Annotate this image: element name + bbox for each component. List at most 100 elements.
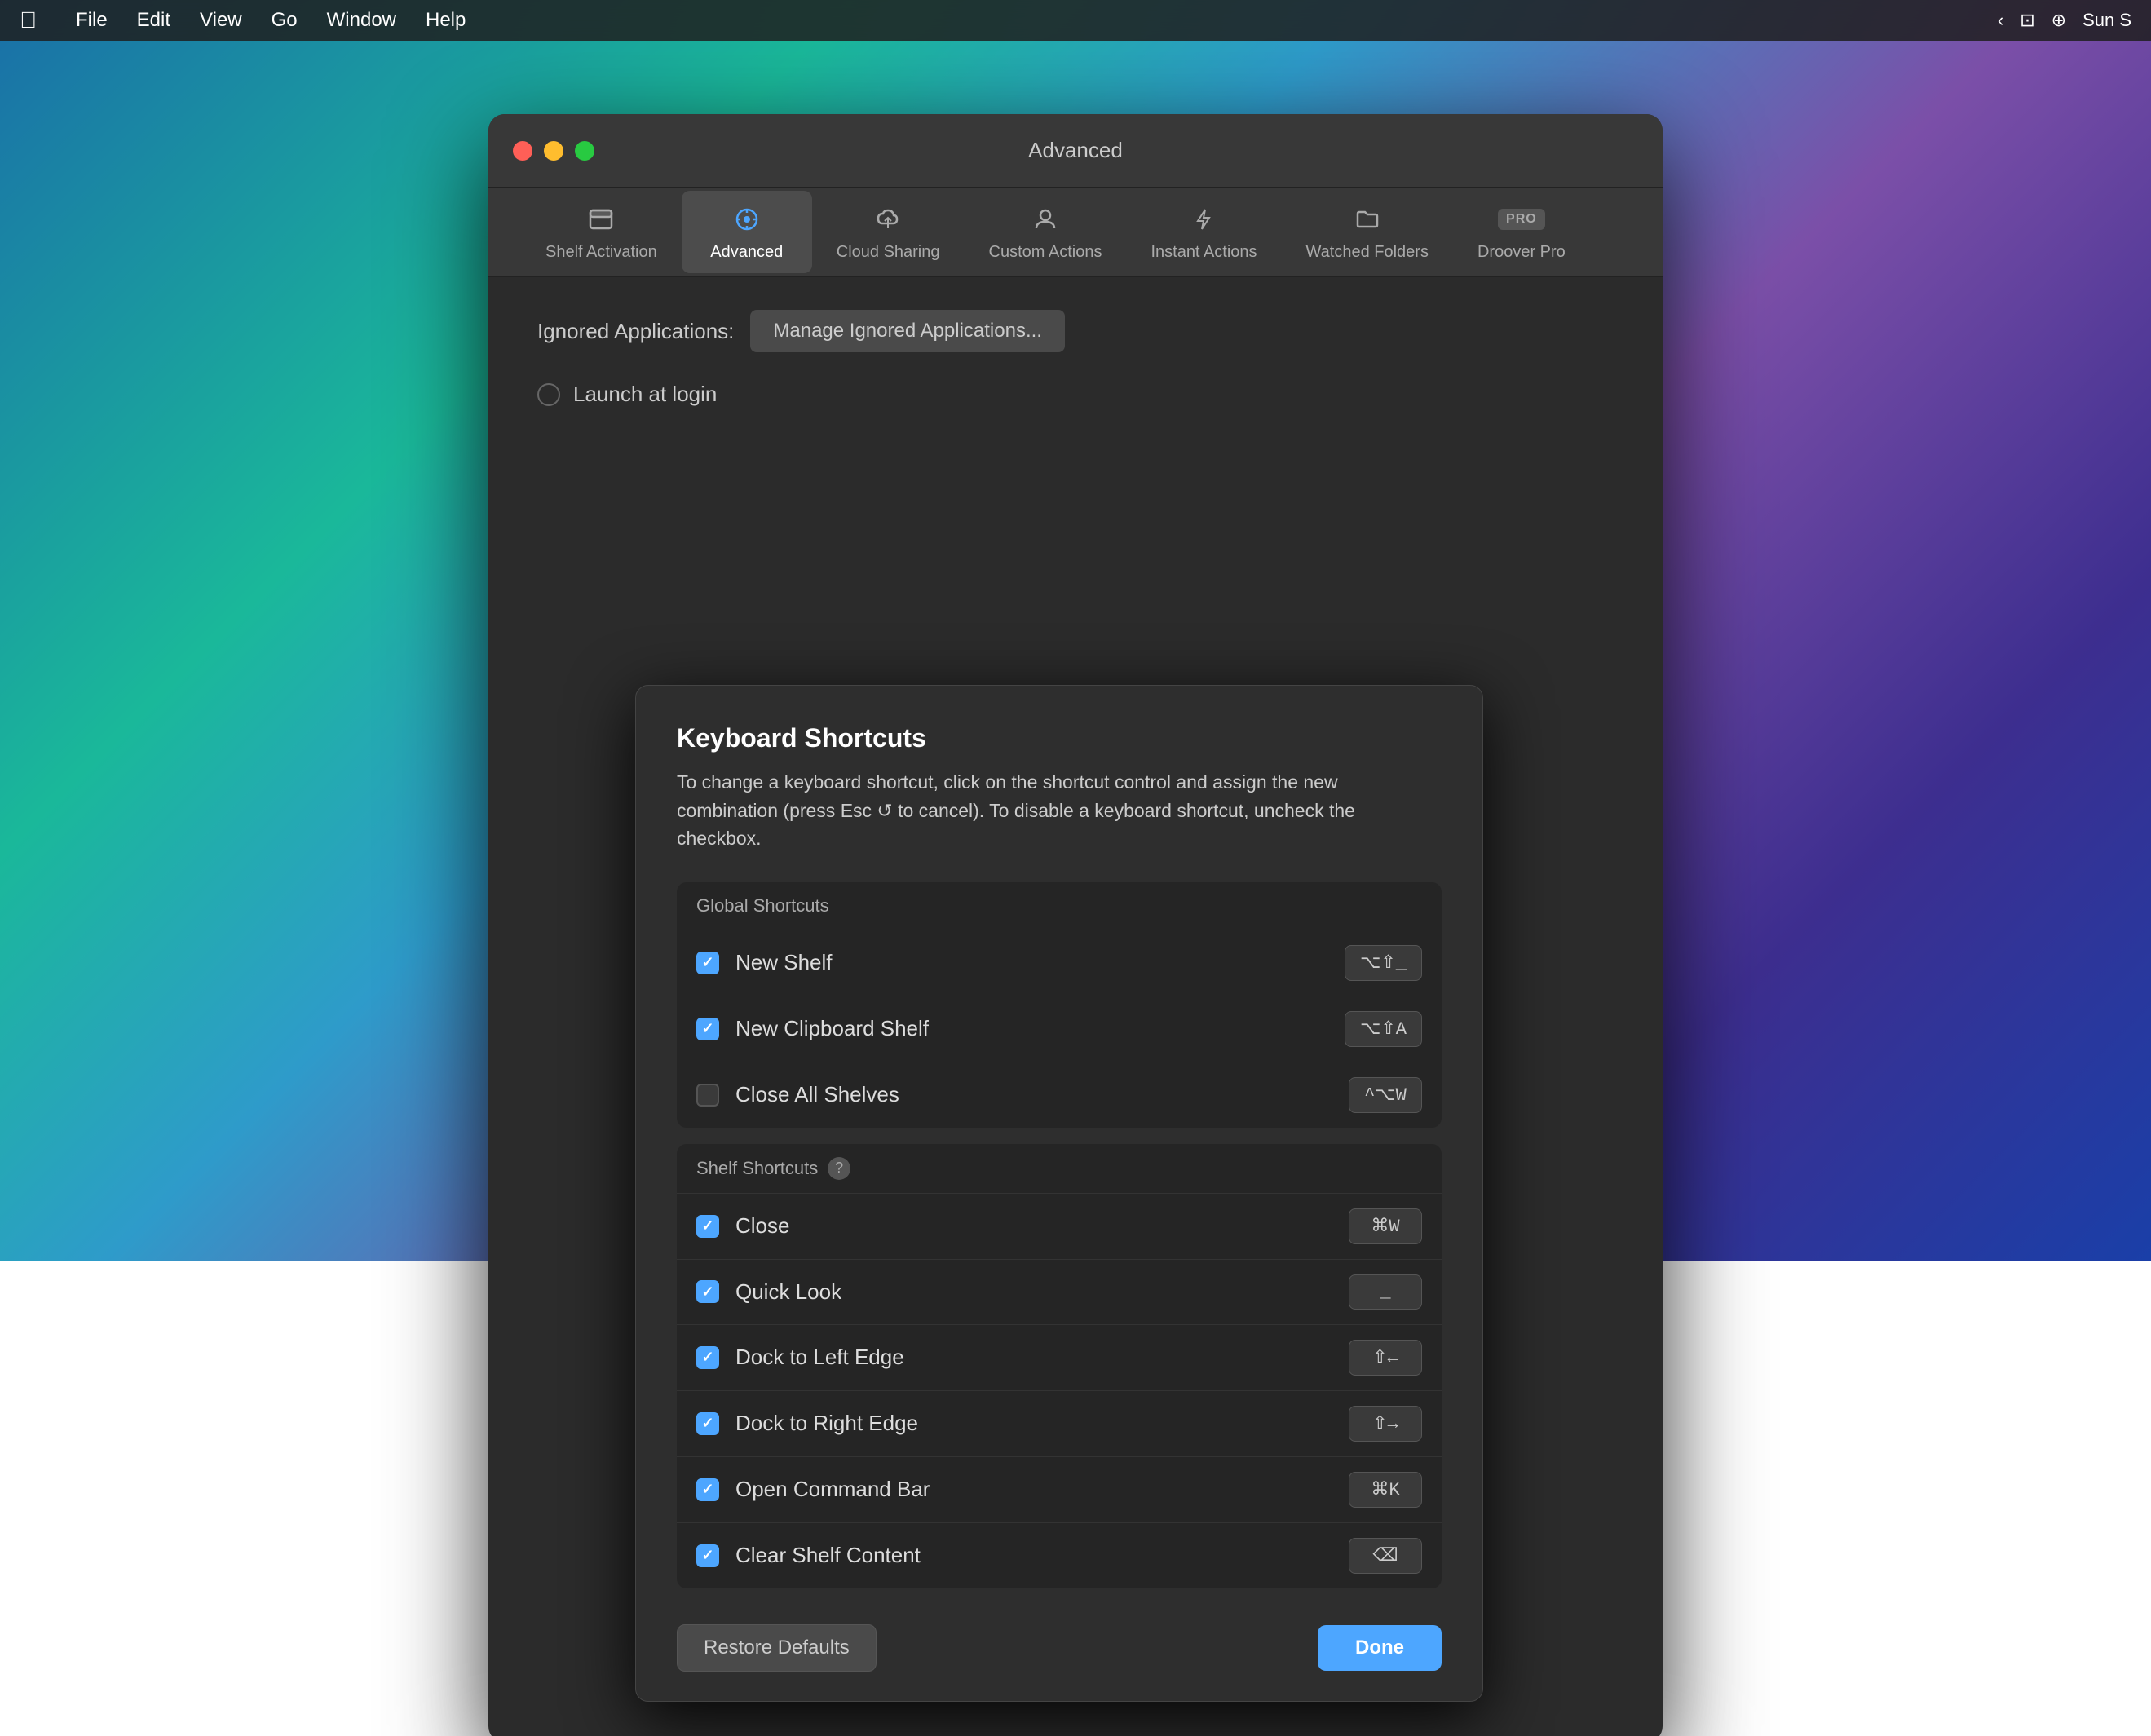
tab-instant-actions[interactable]: Instant Actions bbox=[1126, 191, 1281, 273]
quick-look-key[interactable]: _ bbox=[1349, 1274, 1422, 1310]
close-button[interactable] bbox=[513, 141, 532, 161]
dialog-description: To change a keyboard shortcut, click on … bbox=[677, 768, 1442, 853]
checkmark-icon: ✓ bbox=[701, 1283, 713, 1301]
manage-ignored-apps-button[interactable]: Manage Ignored Applications... bbox=[750, 310, 1065, 352]
new-shelf-checkbox[interactable]: ✓ bbox=[696, 952, 719, 974]
close-checkbox[interactable]: ✓ bbox=[696, 1215, 719, 1238]
checkmark-icon: ✓ bbox=[701, 1020, 713, 1037]
window-manager-icon[interactable]: ⊡ bbox=[2020, 10, 2034, 31]
shelf-activation-icon bbox=[584, 202, 618, 236]
tab-custom-actions[interactable]: Custom Actions bbox=[965, 191, 1127, 273]
menu-go[interactable]: Go bbox=[257, 0, 312, 41]
tab-shelf-activation[interactable]: Shelf Activation bbox=[521, 191, 682, 273]
quick-look-label: Quick Look bbox=[735, 1279, 1349, 1305]
content-area: Ignored Applications: Manage Ignored App… bbox=[488, 277, 1663, 685]
clear-shelf-content-checkbox[interactable]: ✓ bbox=[696, 1544, 719, 1567]
open-command-bar-checkbox[interactable]: ✓ bbox=[696, 1478, 719, 1501]
advanced-icon bbox=[730, 202, 764, 236]
dock-left-label: Dock to Left Edge bbox=[735, 1345, 1349, 1370]
close-all-shelves-key[interactable]: ^⌥W bbox=[1349, 1077, 1422, 1113]
dialog-content: Keyboard Shortcuts To change a keyboard … bbox=[636, 686, 1482, 1588]
tab-watched-folders[interactable]: Watched Folders bbox=[1282, 191, 1453, 273]
global-shortcuts-section: Global Shortcuts ✓ New Shelf ⌥⇧_ ✓ bbox=[677, 882, 1442, 1128]
chevron-left-icon[interactable]: ‹ bbox=[1998, 10, 2003, 31]
close-key[interactable]: ⌘W bbox=[1349, 1208, 1422, 1244]
menu-edit[interactable]: Edit bbox=[122, 0, 185, 41]
shortcut-close-all-shelves: Close All Shelves ^⌥W bbox=[677, 1062, 1442, 1128]
ignored-apps-label: Ignored Applications: bbox=[537, 319, 734, 344]
dock-right-label: Dock to Right Edge bbox=[735, 1411, 1349, 1436]
tab-droover-pro[interactable]: PRO Droover Pro bbox=[1453, 191, 1590, 273]
new-clipboard-shelf-checkbox[interactable]: ✓ bbox=[696, 1018, 719, 1040]
tab-custom-actions-label: Custom Actions bbox=[989, 243, 1102, 262]
launch-at-login-row: Launch at login bbox=[537, 382, 1614, 407]
tab-cloud-sharing-label: Cloud Sharing bbox=[837, 243, 940, 262]
minimize-button[interactable] bbox=[544, 141, 563, 161]
shelf-shortcuts-section: Shelf Shortcuts ? ✓ Close ⌘W bbox=[677, 1144, 1442, 1588]
global-shortcuts-header: Global Shortcuts bbox=[677, 882, 1442, 930]
shortcut-close: ✓ Close ⌘W bbox=[677, 1194, 1442, 1260]
close-all-shelves-checkbox[interactable] bbox=[696, 1084, 719, 1107]
window-title: Advanced bbox=[1028, 138, 1123, 163]
menubar:  File Edit View Go Window Help ‹ ⊡ ⊕ Su… bbox=[0, 0, 2151, 41]
checkmark-icon: ✓ bbox=[701, 1349, 713, 1366]
menu-file[interactable]: File bbox=[61, 0, 122, 41]
dialog-title: Keyboard Shortcuts bbox=[677, 723, 1442, 753]
shortcut-dock-left: ✓ Dock to Left Edge ⇧← bbox=[677, 1325, 1442, 1391]
new-shelf-key[interactable]: ⌥⇧_ bbox=[1345, 945, 1422, 981]
tab-advanced[interactable]: Advanced bbox=[682, 191, 812, 273]
checkmark-icon: ✓ bbox=[701, 1415, 713, 1432]
tab-watched-folders-label: Watched Folders bbox=[1306, 243, 1429, 262]
checkmark-icon: ✓ bbox=[701, 1547, 713, 1564]
shelf-shortcuts-label: Shelf Shortcuts bbox=[696, 1158, 818, 1179]
dock-right-checkbox[interactable]: ✓ bbox=[696, 1412, 719, 1435]
new-clipboard-shelf-key[interactable]: ⌥⇧A bbox=[1345, 1011, 1422, 1047]
quick-look-checkbox[interactable]: ✓ bbox=[696, 1280, 719, 1303]
menu-window[interactable]: Window bbox=[312, 0, 411, 41]
menu-help[interactable]: Help bbox=[411, 0, 480, 41]
dialog-footer: Restore Defaults Done bbox=[636, 1605, 1482, 1701]
done-button[interactable]: Done bbox=[1318, 1625, 1442, 1671]
tab-shelf-activation-label: Shelf Activation bbox=[545, 243, 657, 262]
new-shelf-label: New Shelf bbox=[735, 950, 1345, 975]
menu-view[interactable]: View bbox=[185, 0, 257, 41]
checkmark-icon: ✓ bbox=[701, 1481, 713, 1498]
tab-droover-pro-label: Droover Pro bbox=[1477, 243, 1566, 262]
help-icon[interactable]: ? bbox=[828, 1157, 850, 1180]
ignored-apps-row: Ignored Applications: Manage Ignored App… bbox=[537, 310, 1614, 352]
checkmark-icon: ✓ bbox=[701, 954, 713, 971]
shortcut-new-clipboard-shelf: ✓ New Clipboard Shelf ⌥⇧A bbox=[677, 996, 1442, 1062]
launch-at-login-checkbox[interactable] bbox=[537, 383, 560, 406]
toolbar: Shelf Activation Advanced bbox=[488, 188, 1663, 277]
dock-left-checkbox[interactable]: ✓ bbox=[696, 1346, 719, 1369]
cloud-sharing-icon bbox=[871, 202, 905, 236]
checkmark-icon: ✓ bbox=[701, 1217, 713, 1235]
apple-menu[interactable]:  bbox=[20, 7, 37, 33]
open-command-bar-label: Open Command Bar bbox=[735, 1477, 1349, 1502]
shortcut-quick-look: ✓ Quick Look _ bbox=[677, 1260, 1442, 1325]
dock-left-key[interactable]: ⇧← bbox=[1349, 1340, 1422, 1376]
clear-shelf-content-label: Clear Shelf Content bbox=[735, 1543, 1349, 1568]
preferences-window: Advanced Shelf Activation bbox=[488, 114, 1663, 1736]
clear-shelf-content-key[interactable]: ⌫ bbox=[1349, 1538, 1422, 1574]
watched-folders-icon bbox=[1350, 202, 1385, 236]
open-command-bar-key[interactable]: ⌘K bbox=[1349, 1472, 1422, 1508]
tab-cloud-sharing[interactable]: Cloud Sharing bbox=[812, 191, 965, 273]
restore-defaults-button[interactable]: Restore Defaults bbox=[677, 1624, 877, 1672]
custom-actions-icon bbox=[1028, 202, 1062, 236]
maximize-button[interactable] bbox=[575, 141, 594, 161]
tab-instant-actions-label: Instant Actions bbox=[1151, 243, 1257, 262]
shortcut-dock-right: ✓ Dock to Right Edge ⇧→ bbox=[677, 1391, 1442, 1457]
control-center-icon[interactable]: ⊕ bbox=[2052, 10, 2066, 31]
global-shortcuts-label: Global Shortcuts bbox=[696, 895, 829, 917]
shelf-shortcuts-header: Shelf Shortcuts ? bbox=[677, 1144, 1442, 1194]
shortcut-open-command-bar: ✓ Open Command Bar ⌘K bbox=[677, 1457, 1442, 1523]
dock-right-key[interactable]: ⇧→ bbox=[1349, 1406, 1422, 1442]
tab-advanced-label: Advanced bbox=[710, 243, 783, 262]
new-clipboard-shelf-label: New Clipboard Shelf bbox=[735, 1016, 1345, 1041]
shortcut-clear-shelf-content: ✓ Clear Shelf Content ⌫ bbox=[677, 1523, 1442, 1588]
shortcut-new-shelf: ✓ New Shelf ⌥⇧_ bbox=[677, 930, 1442, 996]
droover-pro-icon: PRO bbox=[1504, 202, 1539, 236]
menubar-right: ‹ ⊡ ⊕ Sun S bbox=[1998, 10, 2131, 31]
instant-actions-icon bbox=[1186, 202, 1221, 236]
